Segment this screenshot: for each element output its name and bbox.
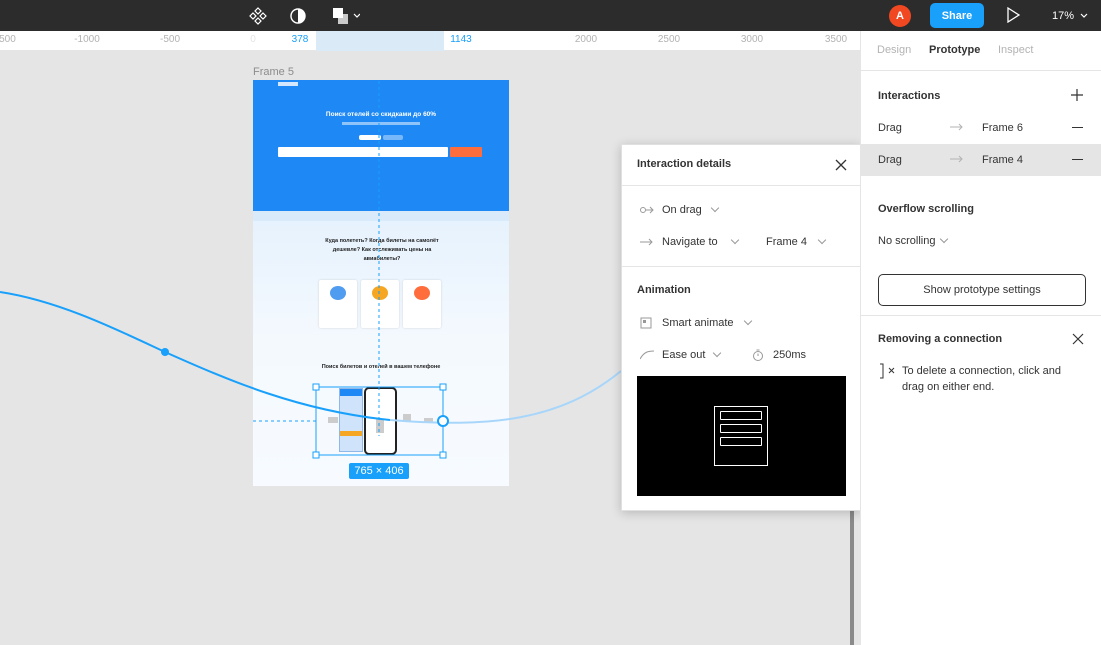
tab-prototype[interactable]: Prototype <box>929 44 980 56</box>
animation-type-value: Smart animate <box>662 317 734 329</box>
destination-dropdown[interactable]: Frame 4 <box>766 236 807 248</box>
preview-frame <box>714 406 768 466</box>
components-icon[interactable] <box>248 0 268 31</box>
interaction-destination: Frame 6 <box>982 122 1023 134</box>
zoom-dropdown[interactable]: 17% <box>1052 0 1089 31</box>
ruler-tick-selected-start: 378 <box>291 34 309 45</box>
duration-input[interactable]: 250ms <box>773 349 806 361</box>
ruler-tick-selected-end: 1143 <box>450 34 472 45</box>
tab-design[interactable]: Design <box>877 44 911 56</box>
interaction-row[interactable]: Drag Frame 6 <box>861 112 1101 144</box>
ruler-tick: -500 <box>159 34 181 45</box>
action-dropdown[interactable]: Navigate to <box>662 236 718 248</box>
ruler-selection-highlight <box>316 31 444 51</box>
chevron-down-icon <box>817 235 827 245</box>
arrow-right-icon <box>950 123 963 131</box>
ruler-tick: 0 <box>250 34 256 45</box>
arrow-right-icon <box>950 155 963 163</box>
navigate-arrow-icon <box>640 238 653 246</box>
easing-dropdown[interactable]: Ease out <box>662 349 705 361</box>
drag-trigger-icon <box>640 206 654 214</box>
interaction-row-selected[interactable]: Drag Frame 4 <box>861 144 1101 176</box>
top-toolbar: A Share 17% <box>0 0 1101 31</box>
ease-curve-icon <box>640 350 654 360</box>
disconnect-icon <box>880 363 895 379</box>
selection-handle <box>312 451 320 459</box>
remove-interaction-icon[interactable] <box>1072 159 1083 160</box>
animation-heading: Animation <box>637 284 691 296</box>
timer-icon <box>753 349 763 361</box>
overflow-heading: Overflow scrolling <box>878 203 974 215</box>
selection-size-badge: 765 × 406 <box>349 463 409 479</box>
overflow-dropdown[interactable]: No scrolling <box>878 234 949 247</box>
canvas-scrollbar[interactable] <box>850 491 854 645</box>
modal-title: Interaction details <box>637 158 732 170</box>
share-button[interactable]: Share <box>930 3 984 28</box>
easing-row: Ease out 250ms <box>622 345 862 365</box>
zoom-value: 17% <box>1052 9 1075 22</box>
panel-tabs: Design Prototype Inspect <box>861 31 1101 71</box>
avatar[interactable]: A <box>889 5 911 27</box>
interactions-heading: Interactions <box>878 90 941 102</box>
modal-divider <box>622 266 862 267</box>
close-icon[interactable] <box>1072 333 1084 345</box>
chevron-down-icon <box>743 316 753 326</box>
chevron-down-icon <box>1080 13 1088 18</box>
animation-type-dropdown[interactable]: Smart animate <box>622 313 862 333</box>
chevron-down-icon <box>710 203 720 213</box>
chevron-down-icon <box>940 234 949 244</box>
chevron-down-icon <box>730 235 740 245</box>
preview-bar <box>720 437 762 446</box>
selection-box <box>315 386 444 456</box>
removing-note: To delete a connection, click and drag o… <box>902 365 1061 393</box>
interaction-trigger: Drag <box>878 122 902 134</box>
overflow-value: No scrolling <box>878 235 936 247</box>
ruler-tick: 2500 <box>657 34 681 45</box>
mask-icon[interactable] <box>288 0 308 31</box>
smart-animate-icon <box>640 317 652 329</box>
ruler-tick: -1000 <box>74 34 100 45</box>
selection-handle <box>439 451 447 459</box>
preview-bar <box>720 424 762 433</box>
interaction-details-modal: Interaction details On drag Navigate to … <box>621 144 862 511</box>
selection-handle <box>439 383 447 391</box>
present-play-icon[interactable] <box>1006 7 1020 23</box>
trigger-value: On drag <box>662 204 702 216</box>
show-prototype-settings-button[interactable]: Show prototype settings <box>878 274 1086 306</box>
chevron-down-icon <box>712 348 722 358</box>
ruler-tick: 2000 <box>574 34 598 45</box>
action-row: Navigate to Frame 4 <box>622 232 862 252</box>
interaction-destination: Frame 4 <box>982 154 1023 166</box>
close-icon[interactable] <box>834 158 848 172</box>
modal-header: Interaction details <box>622 145 860 186</box>
connection-endpoint-handle <box>437 415 449 427</box>
ruler-tick: 3500 <box>824 34 848 45</box>
animation-preview <box>637 376 846 496</box>
selection-handle <box>312 383 320 391</box>
panel-divider <box>861 315 1101 316</box>
boolean-icon[interactable] <box>328 0 362 31</box>
ruler-tick: -1500 <box>0 34 16 45</box>
ruler-tick: 3000 <box>740 34 764 45</box>
preview-bar <box>720 411 762 420</box>
horizontal-ruler: -1500 -1000 -500 0 378 1143 2000 2500 30… <box>0 31 860 51</box>
trigger-dropdown[interactable]: On drag <box>622 200 862 220</box>
remove-interaction-icon[interactable] <box>1072 127 1083 128</box>
interaction-trigger: Drag <box>878 154 902 166</box>
add-interaction-icon[interactable] <box>1071 89 1083 101</box>
connection-curve <box>0 291 391 421</box>
removing-heading: Removing a connection <box>878 333 1003 345</box>
properties-panel: Design Prototype Inspect Interactions Dr… <box>860 31 1101 645</box>
tab-inspect[interactable]: Inspect <box>998 44 1033 56</box>
curve-midpoint-handle <box>161 348 169 356</box>
connection-curve-preview <box>389 370 622 424</box>
